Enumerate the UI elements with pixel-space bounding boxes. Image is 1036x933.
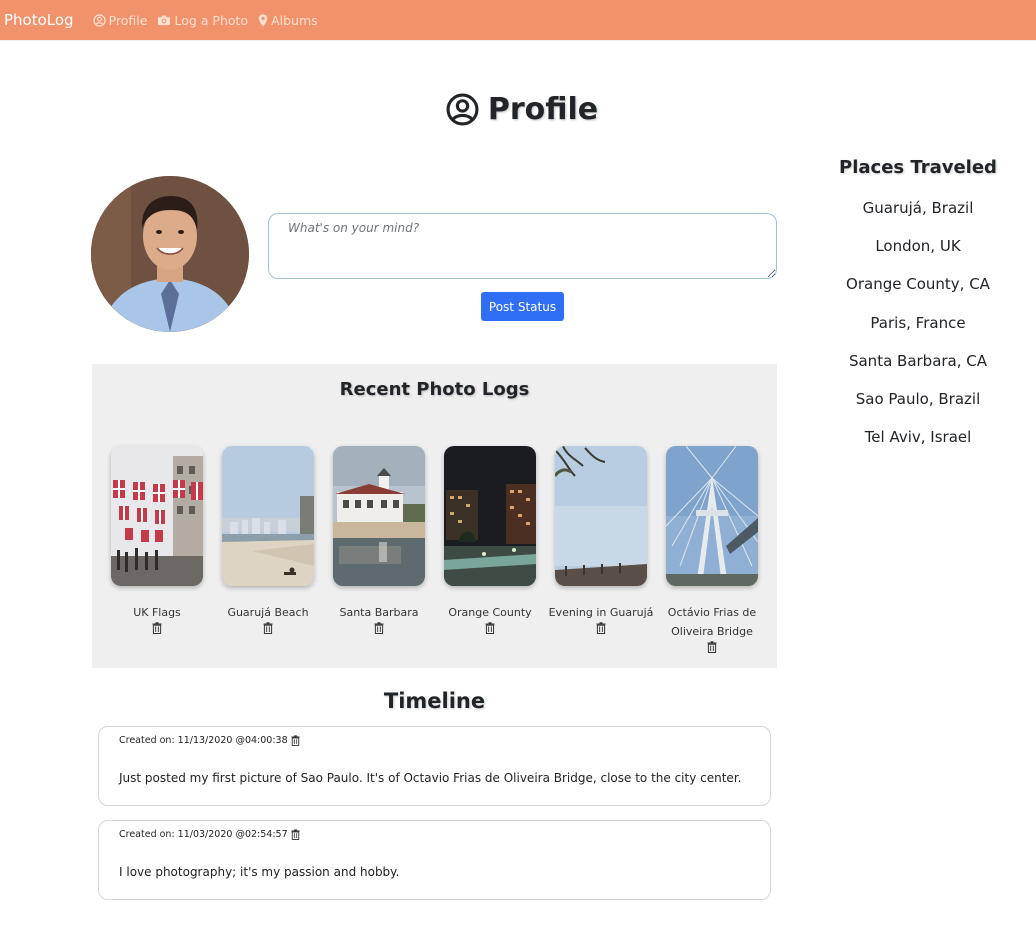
- photo-caption: Orange County: [448, 606, 532, 619]
- trash-icon[interactable]: [291, 829, 300, 840]
- avatar: [91, 176, 249, 332]
- page-title: Profile: [0, 92, 1036, 127]
- photo-caption: Evening in Guarujá: [548, 606, 654, 619]
- places-list: Guarujá, Brazil London, UK Orange County…: [800, 199, 1036, 466]
- post-text: I love photography; it's my passion and …: [119, 865, 400, 879]
- photo-card: Octávio Frias de Oliveira Bridge: [666, 446, 758, 653]
- photo-caption: Octávio Frias de Oliveira Bridge: [667, 606, 757, 638]
- trash-icon: [485, 622, 495, 634]
- place-item: Santa Barbara, CA: [848, 351, 988, 370]
- timeline-post: Created on: 11/13/2020 @04:00:38 Just po…: [98, 726, 771, 806]
- trash-icon[interactable]: [291, 735, 300, 746]
- place-item: Tel Aviv, Israel: [864, 428, 972, 447]
- recent-photo-logs: Recent Photo Logs UK Flags Guarujá Beach…: [92, 364, 777, 668]
- place-item: Guarujá, Brazil: [862, 199, 974, 217]
- photo-thumbnail[interactable]: [222, 446, 314, 586]
- place-item: Orange County, CA: [846, 275, 990, 294]
- delete-button[interactable]: [555, 622, 647, 634]
- photo-caption: UK Flags: [133, 606, 181, 619]
- photo-thumbnail[interactable]: [111, 446, 203, 586]
- post-timestamp: Created on: 11/13/2020 @04:00:38: [119, 735, 288, 746]
- delete-button[interactable]: [222, 622, 314, 634]
- nav-link-label: Log a Photo: [174, 12, 249, 28]
- photo-thumbnail[interactable]: [333, 446, 425, 586]
- navbar: PhotoLog Profile Log a Photo Albums: [0, 0, 1036, 41]
- photo-thumbnail[interactable]: [666, 446, 758, 586]
- trash-icon: [152, 622, 162, 634]
- delete-button[interactable]: [666, 641, 758, 653]
- place-item: London, UK: [875, 237, 961, 256]
- photo-caption: Guarujá Beach: [227, 606, 309, 619]
- delete-button[interactable]: [444, 622, 536, 634]
- post-meta: Created on: 11/13/2020 @04:00:38: [119, 735, 300, 746]
- post-timestamp: Created on: 11/03/2020 @02:54:57: [119, 829, 288, 840]
- status-input[interactable]: [268, 213, 777, 279]
- photo-card: UK Flags: [111, 446, 203, 634]
- post-meta: Created on: 11/03/2020 @02:54:57: [119, 829, 300, 840]
- post-status-button[interactable]: Post Status: [481, 292, 564, 321]
- photo-caption: Santa Barbara: [339, 606, 419, 619]
- trash-icon: [707, 641, 717, 653]
- places-title: Places Traveled: [839, 157, 997, 178]
- user-circle-icon: [446, 93, 479, 126]
- delete-button[interactable]: [111, 622, 203, 634]
- place-item: Sao Paulo, Brazil: [855, 389, 981, 408]
- map-pin-icon: [258, 13, 268, 27]
- photo-card: Santa Barbara: [333, 446, 425, 634]
- camera-icon: [158, 15, 171, 26]
- photo-thumbnail[interactable]: [444, 446, 536, 586]
- brand-link[interactable]: PhotoLog: [4, 11, 74, 29]
- nav-link-label: Profile: [108, 12, 148, 28]
- photo-card: Evening in Guarujá: [549, 446, 653, 634]
- user-circle-icon: [92, 13, 106, 27]
- trash-icon: [374, 622, 384, 634]
- nav-link-label: Albums: [271, 12, 318, 28]
- page-title-text: Profile: [487, 92, 599, 127]
- post-text: Just posted my first picture of Sao Paul…: [119, 771, 742, 785]
- photo-card: Guarujá Beach: [222, 446, 314, 634]
- nav-link-albums[interactable]: Albums: [258, 13, 318, 28]
- place-item: Paris, France: [870, 313, 966, 332]
- delete-button[interactable]: [333, 622, 425, 634]
- trash-icon: [596, 622, 606, 634]
- photo-thumbnail[interactable]: [555, 446, 647, 586]
- trash-icon: [263, 622, 273, 634]
- recent-title: Recent Photo Logs: [339, 379, 530, 400]
- photo-card: Orange County: [444, 446, 536, 634]
- timeline-title: Timeline: [383, 689, 486, 713]
- timeline-post: Created on: 11/03/2020 @02:54:57 I love …: [98, 820, 771, 900]
- nav-link-profile[interactable]: Profile: [92, 12, 148, 28]
- nav-link-log-photo[interactable]: Log a Photo: [157, 13, 248, 28]
